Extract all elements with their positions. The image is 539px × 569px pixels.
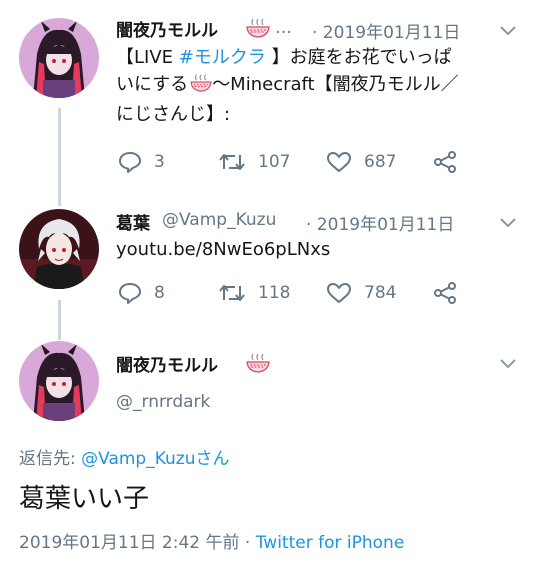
reply-button[interactable]: 3 xyxy=(118,151,165,173)
chevron-down-icon[interactable] xyxy=(499,358,517,370)
reply-icon xyxy=(119,283,141,304)
chevron-down-icon[interactable] xyxy=(499,25,517,37)
reply-count: 8 xyxy=(154,283,165,303)
reply-handle-link[interactable]: @Vamp_Kuzuさん xyxy=(81,449,229,469)
display-name[interactable]: 葛葉 xyxy=(116,209,150,234)
tweet-date[interactable]: · 2019年01月11日 xyxy=(312,18,460,43)
display-name[interactable]: 闇夜乃モルル xyxy=(116,16,218,41)
retweet-button[interactable]: 107 xyxy=(218,151,290,173)
avatar[interactable] xyxy=(19,209,99,289)
tweet-date[interactable]: · 2019年01月11日 xyxy=(306,210,454,235)
ramen-emoji-icon xyxy=(246,352,270,378)
tweet-timestamp-row: 2019年01月11日 2:42 午前 · Twitter for iPhone xyxy=(19,528,404,553)
thread-line xyxy=(58,300,61,340)
thread-line xyxy=(58,108,61,206)
tweet-source-link[interactable]: Twitter for iPhone xyxy=(256,533,405,553)
avatar[interactable] xyxy=(19,341,99,421)
text-segment: にじさんじ】: xyxy=(116,104,231,125)
retweet-count: 107 xyxy=(258,152,291,172)
youtube-link[interactable]: youtu.be/8NwEo6pLNxs xyxy=(116,236,330,263)
text-segment: いにする xyxy=(116,74,189,95)
retweet-icon xyxy=(219,285,245,301)
ramen-emoji-icon xyxy=(190,73,212,101)
text-segment: 【LIVE xyxy=(116,47,179,68)
share-button[interactable] xyxy=(433,282,469,304)
separator: · xyxy=(244,533,251,553)
share-button[interactable] xyxy=(433,151,469,173)
name-truncation: … xyxy=(275,18,292,38)
reply-context: 返信先: @Vamp_Kuzuさん xyxy=(19,444,230,469)
display-name[interactable]: 闇夜乃モルル xyxy=(116,351,218,376)
reply-icon xyxy=(119,152,141,173)
like-count: 687 xyxy=(364,152,397,172)
retweet-button[interactable]: 118 xyxy=(218,282,290,304)
retweet-count: 118 xyxy=(258,283,291,303)
retweet-icon xyxy=(219,154,245,170)
main-tweet-text: 葛葉いい子 xyxy=(19,484,150,514)
share-icon xyxy=(434,282,456,304)
reply-button[interactable]: 8 xyxy=(118,282,165,304)
text-segment: 〜Minecraft【闇夜乃モルル／ xyxy=(212,74,459,95)
tweet-text: 【LIVE #モルクラ 】お庭をお花でいっぱ いにする 〜Minecraft【闇夜… xyxy=(116,44,526,128)
text-segment: 】お庭をお花でいっぱ xyxy=(265,47,452,68)
heart-icon xyxy=(327,283,351,303)
like-button[interactable]: 784 xyxy=(326,282,396,304)
reply-count: 3 xyxy=(154,152,165,172)
like-button[interactable]: 687 xyxy=(326,151,396,173)
avatar[interactable] xyxy=(19,18,99,98)
like-count: 784 xyxy=(364,283,397,303)
reply-label: 返信先: xyxy=(19,449,82,469)
share-icon xyxy=(434,151,456,173)
ramen-emoji-icon xyxy=(246,17,270,43)
user-handle[interactable]: @_rnrrdark xyxy=(116,392,210,412)
chevron-down-icon[interactable] xyxy=(499,217,517,229)
user-handle[interactable]: @Vamp_Kuzu xyxy=(162,210,276,230)
heart-icon xyxy=(327,152,351,172)
tweet-timestamp[interactable]: 2019年01月11日 2:42 午前 xyxy=(19,533,240,553)
hashtag-link[interactable]: #モルクラ xyxy=(179,47,266,68)
